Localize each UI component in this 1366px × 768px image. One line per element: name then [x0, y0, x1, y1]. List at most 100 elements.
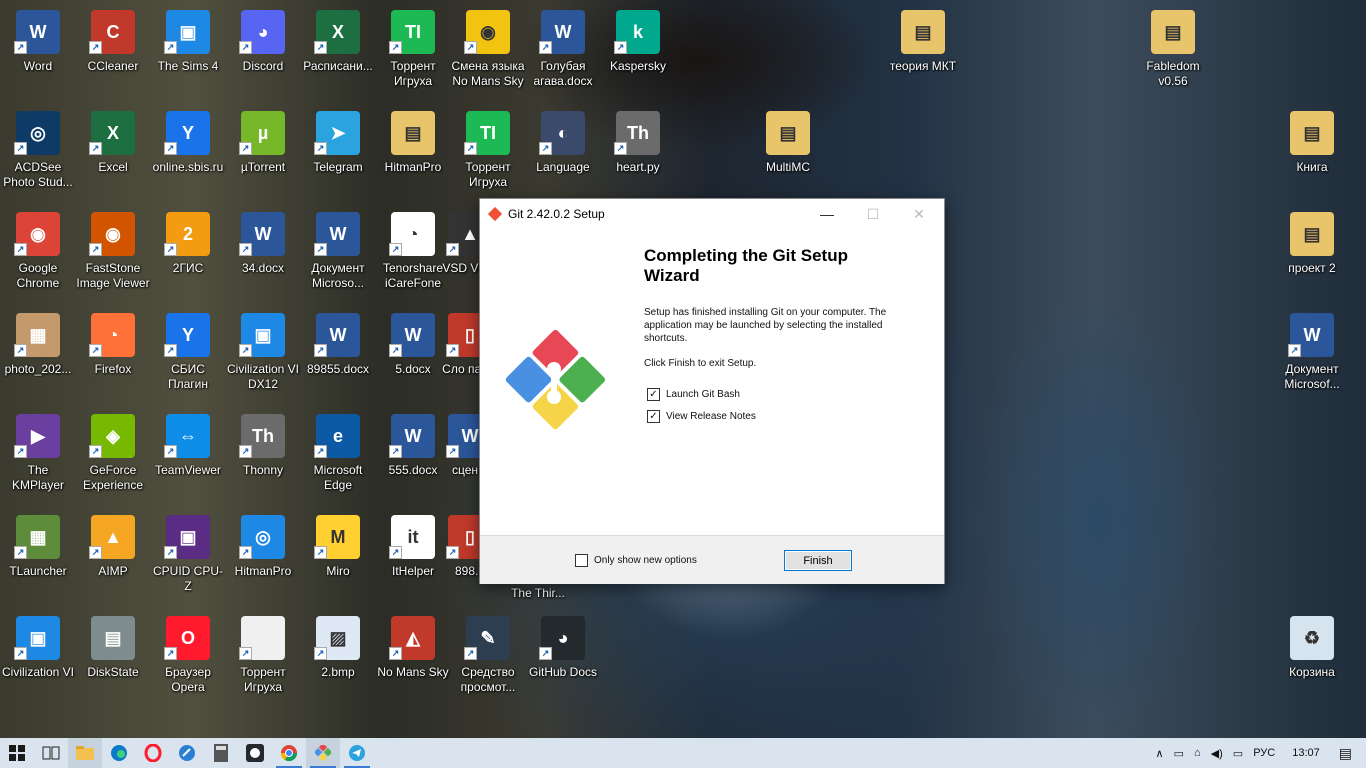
desktop-icon[interactable]: 2 ↗ 2ГИС — [150, 210, 226, 276]
taskbar-opera[interactable] — [136, 738, 170, 768]
desktop-icon[interactable]: ▣ ↗ Civilization VI DX12 — [225, 311, 301, 392]
desktop-icon[interactable]: ↗ Торрент Игруха — [225, 614, 301, 695]
shortcut-arrow-icon: ↗ — [389, 546, 402, 559]
launch-git-bash-checkbox[interactable]: ✓ Launch Git Bash — [647, 388, 740, 401]
app-icon: ▦ ↗ — [14, 311, 62, 359]
minimize-button[interactable]: — — [804, 199, 850, 229]
only-show-new-options-checkbox[interactable]: Only show new options — [575, 554, 697, 567]
volume-icon[interactable]: ◀) — [1211, 747, 1223, 760]
desktop-icon[interactable]: e ↗ Microsoft Edge — [300, 412, 376, 493]
notifications-icon[interactable]: ▤ — [1339, 745, 1352, 762]
desktop-icon-label: Fabledom v0.56 — [1146, 59, 1200, 88]
taskbar-git-setup[interactable] — [306, 738, 340, 768]
desktop-icon[interactable]: ▤ Fabledom v0.56 — [1135, 8, 1211, 89]
shortcut-arrow-icon: ↗ — [14, 243, 27, 256]
desktop-icon[interactable]: ▤ Книга — [1274, 109, 1350, 175]
git-icon — [315, 745, 331, 761]
shortcut-arrow-icon: ↗ — [89, 445, 102, 458]
desktop-icon[interactable]: ▦ ↗ TLauncher — [0, 513, 76, 579]
network-icon[interactable]: ⌂ — [1194, 747, 1201, 759]
start-button[interactable] — [0, 738, 34, 768]
desktop-icon[interactable]: k ↗ Kaspersky — [600, 8, 676, 74]
desktop-icon[interactable]: W ↗ 34.docx — [225, 210, 301, 276]
desktop-icon[interactable]: ▤ DiskState — [75, 614, 151, 680]
desktop-icon[interactable]: ▣ ↗ Civilization VI — [0, 614, 76, 680]
desktop-icon[interactable]: ▲ ↗ AIMP — [75, 513, 151, 579]
language-indicator[interactable]: РУС — [1253, 747, 1275, 759]
taskbar-browser[interactable] — [170, 738, 204, 768]
taskbar-calculator[interactable] — [204, 738, 238, 768]
desktop-icon-label: Книга — [1296, 160, 1328, 174]
app-icon: ◭ ↗ — [389, 614, 437, 662]
desktop-icon[interactable]: ◉ ↗ Google Chrome — [0, 210, 76, 291]
view-release-notes-checkbox[interactable]: ✓ View Release Notes — [647, 410, 756, 423]
desktop-icon[interactable]: ▣ ↗ CPUID CPU-Z — [150, 513, 226, 594]
desktop-icon[interactable]: ▤ проект 2 — [1274, 210, 1350, 276]
app-icon: µ ↗ — [239, 109, 287, 157]
task-view-button[interactable] — [34, 738, 68, 768]
desktop-icon-label: Discord — [242, 59, 284, 73]
battery-icon[interactable]: ▭ — [1233, 747, 1243, 760]
desktop-icon[interactable]: Y ↗ СБИС Плагин — [150, 311, 226, 392]
desktop-icon[interactable]: ♻ Корзина — [1274, 614, 1350, 680]
desktop-icon[interactable]: TI ↗ Торрент Игруха — [375, 8, 451, 89]
desktop-icon-label: Смена языка No Mans Sky — [451, 59, 525, 88]
meet-now-icon[interactable]: ▭ — [1174, 747, 1184, 760]
desktop-icon-label: Civilization VI DX12 — [226, 362, 300, 391]
desktop-icon[interactable]: M ↗ Miro — [300, 513, 376, 579]
clock[interactable]: 13:07 — [1292, 747, 1320, 759]
desktop-icon[interactable]: Th ↗ Thonny — [225, 412, 301, 478]
desktop-icon[interactable]: ◐ ↗ Language — [525, 109, 601, 175]
title-bar[interactable]: Git 2.42.0.2 Setup — ☐ ✕ — [480, 199, 944, 229]
desktop-icon[interactable]: ◉ ↗ Смена языка No Mans Sky — [450, 8, 526, 89]
desktop-icon[interactable]: ◭ ↗ No Mans Sky — [375, 614, 451, 680]
desktop-icon[interactable]: W ↗ Документ Microso... — [300, 210, 376, 291]
taskbar-chrome[interactable] — [272, 738, 306, 768]
desktop-icon[interactable]: ◎ ↗ ACDSee Photo Stud... — [0, 109, 76, 190]
desktop-icon[interactable]: TI ↗ Торрент Игруха — [450, 109, 526, 190]
desktop-icon[interactable]: ◔ ↗ Firefox — [75, 311, 151, 377]
desktop-icon[interactable]: ▤ теория МКТ — [885, 8, 961, 74]
desktop-icon[interactable]: ▣ ↗ The Sims 4 — [150, 8, 226, 74]
app-icon: ▤ — [764, 109, 812, 157]
desktop-icon[interactable]: W ↗ 89855.docx — [300, 311, 376, 377]
desktop-icon[interactable]: ◉ ↗ FastStone Image Viewer — [75, 210, 151, 291]
desktop-icon[interactable]: W ↗ Голубая агава.docx — [525, 8, 601, 89]
shortcut-arrow-icon: ↗ — [89, 344, 102, 357]
desktop-icon[interactable]: X ↗ Расписани... — [300, 8, 376, 74]
desktop-icon[interactable]: ▨ ↗ 2.bmp — [300, 614, 376, 680]
desktop-icon[interactable]: ◕ ↗ GitHub Docs — [525, 614, 601, 680]
desktop-icon[interactable]: X ↗ Excel — [75, 109, 151, 175]
show-hidden-icons[interactable]: ∧ — [1156, 747, 1164, 760]
desktop-icon-label: online.sbis.ru — [152, 160, 224, 174]
desktop-icon[interactable]: ▤ MultiMC — [750, 109, 826, 175]
desktop-icon[interactable]: W ↗ Word — [0, 8, 76, 74]
desktop-icon[interactable]: C ↗ CCleaner — [75, 8, 151, 74]
desktop-icon[interactable]: ◕ ↗ Discord — [225, 8, 301, 74]
app-icon: O ↗ — [164, 614, 212, 662]
desktop-icon[interactable]: ◈ ↗ GeForce Experience — [75, 412, 151, 493]
desktop-icon[interactable]: Y ↗ online.sbis.ru — [150, 109, 226, 175]
desktop-icon[interactable]: ✎ ↗ Средство просмот... — [450, 614, 526, 695]
taskbar-github[interactable] — [238, 738, 272, 768]
app-icon: ↗ — [239, 614, 287, 662]
taskbar-telegram[interactable] — [340, 738, 374, 768]
desktop-icon[interactable]: µ ↗ µTorrent — [225, 109, 301, 175]
taskbar-edge[interactable] — [102, 738, 136, 768]
close-button[interactable]: ✕ — [896, 199, 942, 229]
maximize-button[interactable]: ☐ — [850, 199, 896, 229]
taskbar: ∧ ▭ ⌂ ◀) ▭ РУС 13:07 ▤ — [0, 738, 1366, 768]
desktop-icon[interactable]: ▦ ↗ photo_202... — [0, 311, 76, 377]
finish-button[interactable]: Finish — [784, 550, 852, 571]
desktop-icon[interactable]: ▶ ↗ The KMPlayer — [0, 412, 76, 493]
desktop-icon[interactable]: O ↗ Браузер Opera — [150, 614, 226, 695]
desktop-icon[interactable]: W ↗ Документ Microsof... — [1274, 311, 1350, 392]
desktop-icon-label: 2ГИС — [172, 261, 204, 275]
desktop-icon[interactable]: ➤ ↗ Telegram — [300, 109, 376, 175]
desktop-icon[interactable]: Th ↗ heart.py — [600, 109, 676, 175]
shortcut-arrow-icon: ↗ — [446, 546, 459, 559]
desktop-icon[interactable]: ◎ ↗ HitmanPro — [225, 513, 301, 579]
desktop-icon[interactable]: ⇔ ↗ TeamViewer — [150, 412, 226, 478]
desktop-icon[interactable]: ▤ HitmanPro — [375, 109, 451, 175]
taskbar-file-explorer[interactable] — [68, 738, 102, 768]
